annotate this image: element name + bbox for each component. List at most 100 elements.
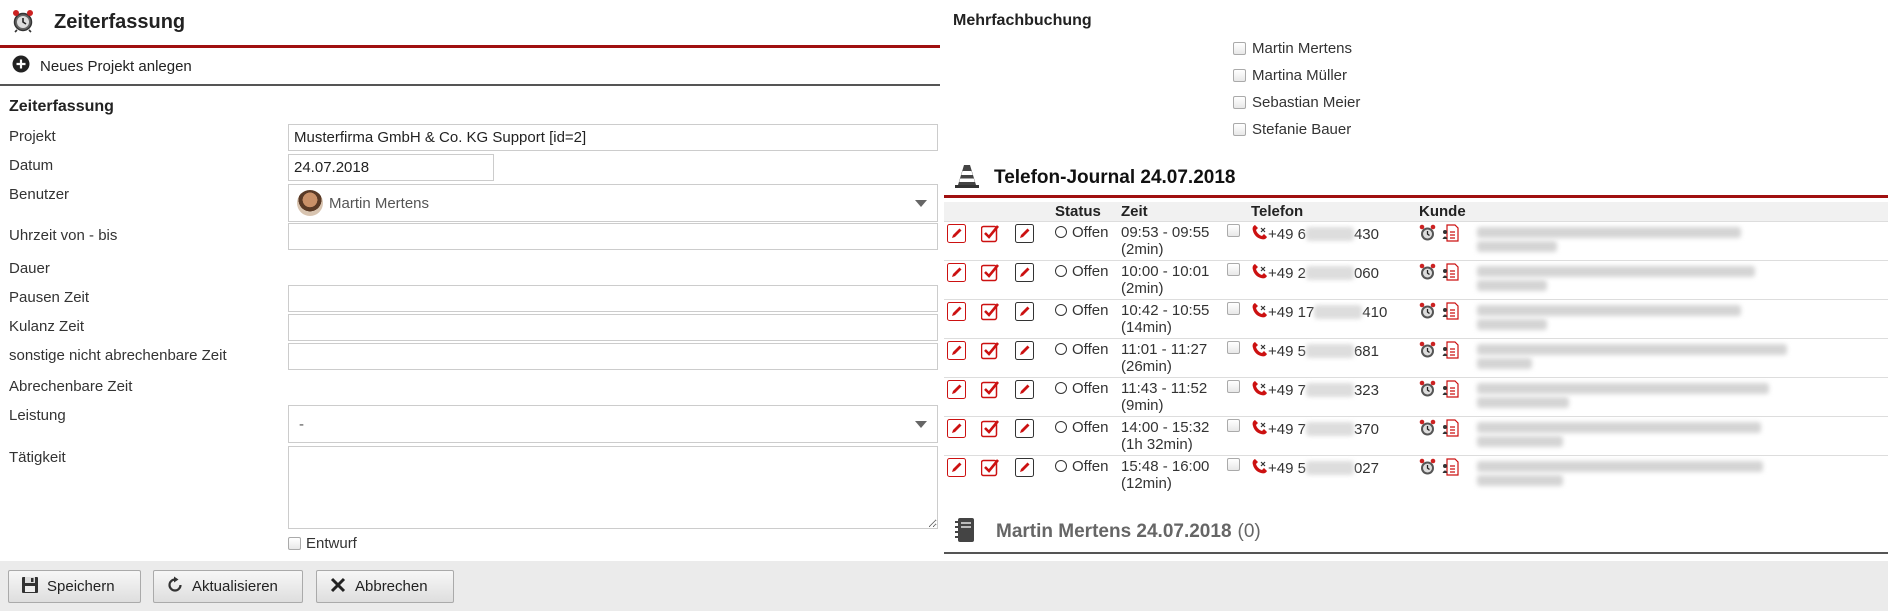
projekt-field[interactable] <box>288 124 938 151</box>
new-project-label: Neues Projekt anlegen <box>40 57 192 75</box>
row-checkbox[interactable] <box>1227 457 1240 471</box>
mehrfachbuchung-title: Mehrfachbuchung <box>953 12 1092 29</box>
zeit-range: 10:42 - 10:55 <box>1121 301 1210 319</box>
mehrfach-user-item[interactable]: Martin Mertens <box>1233 40 1352 57</box>
alarm-clock-icon[interactable] <box>1419 419 1436 441</box>
contact-card-icon[interactable] <box>1442 418 1459 441</box>
edit-icon[interactable] <box>947 457 966 477</box>
phone-cell[interactable]: +49 6 430 <box>1251 224 1416 245</box>
status-text: Offen <box>1072 223 1109 241</box>
redacted-phone <box>1305 227 1354 241</box>
check-icon[interactable] <box>980 380 1000 399</box>
redacted-contact <box>1477 240 1557 252</box>
pen-icon[interactable] <box>1015 418 1034 438</box>
check-icon[interactable] <box>980 419 1000 438</box>
phone-prefix: +49 6 <box>1268 225 1306 243</box>
edit-icon[interactable] <box>947 379 966 399</box>
row-checkbox[interactable] <box>1227 301 1240 315</box>
edit-icon[interactable] <box>947 340 966 360</box>
status-text: Offen <box>1072 301 1109 319</box>
table-row: Offen 14:00 - 15:32 (1h 32min) +49 7 370 <box>944 415 1888 455</box>
col-status: Status <box>1052 202 1118 221</box>
pen-icon[interactable] <box>1015 340 1034 360</box>
contact-card-icon[interactable] <box>1442 457 1459 480</box>
pen-icon[interactable] <box>1015 262 1034 282</box>
phone-cell[interactable]: +49 17 410 <box>1251 302 1416 323</box>
edit-icon[interactable] <box>947 418 966 438</box>
check-icon[interactable] <box>980 458 1000 477</box>
check-icon[interactable] <box>980 224 1000 243</box>
benutzer-select[interactable]: Martin Mertens <box>288 184 938 222</box>
zeit-dauer: (12min) <box>1121 474 1172 492</box>
alarm-clock-icon[interactable] <box>1419 458 1436 480</box>
user-checkbox[interactable] <box>1233 42 1246 55</box>
zeit-dauer: (1h 32min) <box>1121 435 1193 453</box>
user-label: Stefanie Bauer <box>1252 121 1352 138</box>
edit-icon[interactable] <box>947 262 966 282</box>
check-icon[interactable] <box>980 263 1000 282</box>
check-icon[interactable] <box>980 341 1000 360</box>
contact-card-icon[interactable] <box>1442 340 1459 363</box>
kulanz-field[interactable] <box>288 314 938 341</box>
benutzer-label: Benutzer <box>9 186 70 203</box>
status-circle-icon <box>1055 382 1067 394</box>
pen-icon[interactable] <box>1015 457 1034 477</box>
uhrzeit-field[interactable] <box>288 223 938 250</box>
redacted-phone <box>1305 266 1354 280</box>
new-project-button[interactable]: Neues Projekt anlegen <box>0 48 940 86</box>
alarm-clock-icon[interactable] <box>1419 302 1436 324</box>
user-checkbox[interactable] <box>1233 69 1246 82</box>
pausen-field[interactable] <box>288 285 938 312</box>
edit-icon[interactable] <box>947 301 966 321</box>
phone-cell[interactable]: +49 5 681 <box>1251 341 1416 362</box>
phone-prefix: +49 5 <box>1268 342 1306 360</box>
mehrfach-user-item[interactable]: Stefanie Bauer <box>1233 121 1351 138</box>
phone-cell[interactable]: +49 7 323 <box>1251 380 1416 401</box>
sonstige-field[interactable] <box>288 343 938 370</box>
edit-icon[interactable] <box>947 223 966 243</box>
phone-cell[interactable]: +49 2 060 <box>1251 263 1416 284</box>
mehrfach-user-item[interactable]: Martina Müller <box>1233 67 1347 84</box>
leistung-select[interactable]: - <box>288 405 938 443</box>
redacted-phone <box>1314 305 1363 319</box>
phone-cell[interactable]: +49 7 370 <box>1251 419 1416 440</box>
datum-field[interactable] <box>288 154 494 181</box>
refresh-button[interactable]: Aktualisieren <box>153 570 303 603</box>
row-checkbox[interactable] <box>1227 379 1240 393</box>
user-checkbox[interactable] <box>1233 96 1246 109</box>
phone-cell[interactable]: +49 5 027 <box>1251 458 1416 479</box>
row-checkbox[interactable] <box>1227 418 1240 432</box>
alarm-clock-icon[interactable] <box>1419 380 1436 402</box>
pen-icon[interactable] <box>1015 301 1034 321</box>
row-checkbox[interactable] <box>1227 262 1240 276</box>
row-checkbox[interactable] <box>1227 340 1240 354</box>
pen-icon[interactable] <box>1015 223 1034 243</box>
user-checkbox[interactable] <box>1233 123 1246 136</box>
check-icon[interactable] <box>980 302 1000 321</box>
contact-card-icon[interactable] <box>1442 223 1459 246</box>
uhrzeit-label: Uhrzeit von - bis <box>9 227 118 244</box>
contact-card-icon[interactable] <box>1442 379 1459 402</box>
action-bar: Speichern Aktualisieren Abbrechen <box>0 561 1888 611</box>
phone-icon <box>1251 380 1268 401</box>
cancel-button[interactable]: Abbrechen <box>316 570 454 603</box>
alarm-clock-icon[interactable] <box>1419 263 1436 285</box>
alarm-clock-icon[interactable] <box>1419 224 1436 246</box>
contact-card-icon[interactable] <box>1442 262 1459 285</box>
pen-icon[interactable] <box>1015 379 1034 399</box>
close-icon <box>329 576 355 598</box>
taetigkeit-textarea[interactable] <box>288 446 938 529</box>
mehrfach-user-item[interactable]: Sebastian Meier <box>1233 94 1360 111</box>
row-checkbox[interactable] <box>1227 223 1240 237</box>
phone-icon <box>1251 458 1268 479</box>
table-row: Offen 15:48 - 16:00 (12min) +49 5 027 <box>944 454 1888 494</box>
redacted-phone <box>1305 461 1354 475</box>
contact-card-icon[interactable] <box>1442 301 1459 324</box>
redacted-customer <box>1477 382 1769 394</box>
avatar <box>297 190 323 216</box>
table-row: Offen 10:42 - 10:55 (14min) +49 17 410 <box>944 298 1888 338</box>
alarm-clock-icon[interactable] <box>1419 341 1436 363</box>
entwurf-checkbox[interactable] <box>288 537 301 550</box>
zeit-range: 09:53 - 09:55 <box>1121 223 1210 241</box>
save-button[interactable]: Speichern <box>8 570 141 603</box>
